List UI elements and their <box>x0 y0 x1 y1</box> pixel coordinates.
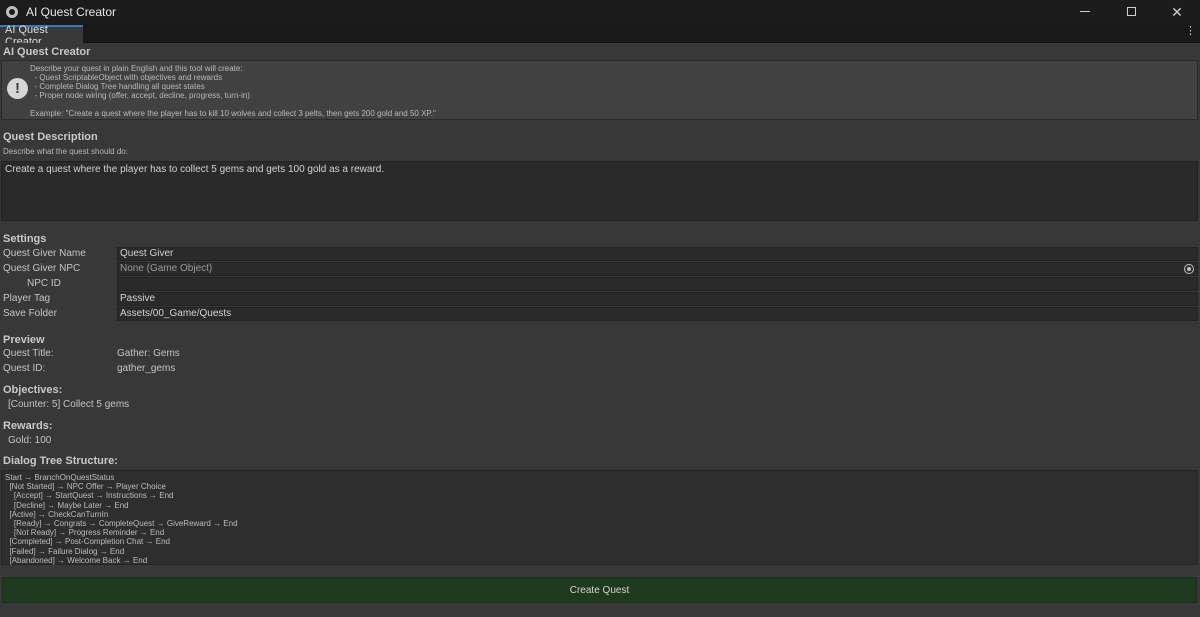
quest-description-header: Quest Description <box>3 131 98 143</box>
help-line-1: Describe your quest in plain English and… <box>30 64 243 73</box>
dialog-line: Start → BranchOnQuestStatus <box>5 473 115 482</box>
panel-header: AI Quest Creator <box>3 46 91 58</box>
help-line-3: - Complete Dialog Tree handling all ques… <box>30 82 205 91</box>
dialog-line: [Ready] → Congrats → CompleteQuest → Giv… <box>5 519 238 529</box>
object-picker-icon[interactable] <box>1184 264 1194 274</box>
info-icon: ! <box>7 78 28 99</box>
dialog-line: [Accept] → StartQuest → Instructions → E… <box>5 491 174 501</box>
quest-giver-npc-field[interactable]: None (Game Object) <box>117 262 1198 276</box>
quest-id-label: Quest ID: <box>3 363 46 374</box>
dialog-line: [Abandoned] → Welcome Back → End <box>5 555 148 565</box>
player-tag-label: Player Tag <box>3 293 51 304</box>
quest-giver-name-field[interactable]: Quest Giver <box>117 247 1198 261</box>
create-quest-button[interactable]: Create Quest <box>2 577 1197 603</box>
unity-logo-icon <box>6 5 18 18</box>
rewards-header: Rewards: <box>3 420 53 432</box>
close-button[interactable]: ✕ <box>1154 0 1200 23</box>
dialog-line: [Failed] → Failure Dialog → End <box>5 546 125 556</box>
npc-id-field[interactable] <box>117 277 1198 291</box>
settings-header: Settings <box>3 233 47 245</box>
editor-panel: AI Quest Creator ! Describe your quest i… <box>0 43 1200 617</box>
window-titlebar: AI Quest Creator ✕ <box>0 0 1200 23</box>
kebab-menu-icon[interactable]: ⋮ <box>1185 26 1196 37</box>
quest-description-textarea[interactable]: Create a quest where the player has to c… <box>1 161 1198 221</box>
quest-giver-npc-label: Quest Giver NPC <box>3 263 81 274</box>
help-line-4: - Proper node wiring (offer, accept, dec… <box>30 91 250 100</box>
dialog-line: [Completed] → Post-Completion Chat → End <box>5 537 170 547</box>
dialog-tree-header: Dialog Tree Structure: <box>3 455 118 467</box>
minimize-icon <box>1080 11 1090 12</box>
save-folder-label: Save Folder <box>3 308 57 319</box>
quest-giver-npc-value: None (Game Object) <box>120 263 213 274</box>
help-example: Example: "Create a quest where the playe… <box>30 109 436 118</box>
help-box: ! Describe your quest in plain English a… <box>1 60 1198 120</box>
dialog-tree-box: Start → BranchOnQuestStatus [Not Started… <box>1 470 1198 565</box>
dialog-line: [Not Started] → NPC Offer → Player Choic… <box>5 482 166 492</box>
maximize-icon <box>1126 7 1136 16</box>
save-folder-field[interactable]: Assets/00_Game/Quests <box>117 307 1198 321</box>
dialog-line: [Decline] → Maybe Later → End <box>5 500 129 510</box>
quest-description-prompt: Describe what the quest should do: <box>3 147 128 156</box>
objective-item: [Counter: 5] Collect 5 gems <box>8 399 130 410</box>
dialog-line: [Not Ready] → Progress Reminder → End <box>5 528 165 538</box>
quest-id-value: gather_gems <box>117 363 176 374</box>
tab-bar: AI Quest Creator ⋮ <box>0 23 1200 48</box>
minimize-button[interactable] <box>1062 0 1108 23</box>
create-quest-label: Create Quest <box>569 584 630 596</box>
quest-title-label: Quest Title: <box>3 348 54 359</box>
maximize-button[interactable] <box>1108 0 1154 23</box>
preview-header: Preview <box>3 334 45 346</box>
npc-id-label: NPC ID <box>27 278 61 289</box>
quest-title-value: Gather: Gems <box>117 348 180 359</box>
tab-ai-quest-creator[interactable]: AI Quest Creator <box>0 24 83 48</box>
reward-item: Gold: 100 <box>8 435 52 446</box>
close-icon: ✕ <box>1171 3 1183 20</box>
player-tag-field[interactable]: Passive <box>117 292 1198 306</box>
objectives-header: Objectives: <box>3 384 63 396</box>
quest-giver-name-label: Quest Giver Name <box>3 248 86 259</box>
dialog-line: [Active] → CheckCanTurnIn <box>5 509 109 519</box>
help-line-2: - Quest ScriptableObject with objectives… <box>30 73 223 82</box>
window-title: AI Quest Creator <box>26 4 117 19</box>
